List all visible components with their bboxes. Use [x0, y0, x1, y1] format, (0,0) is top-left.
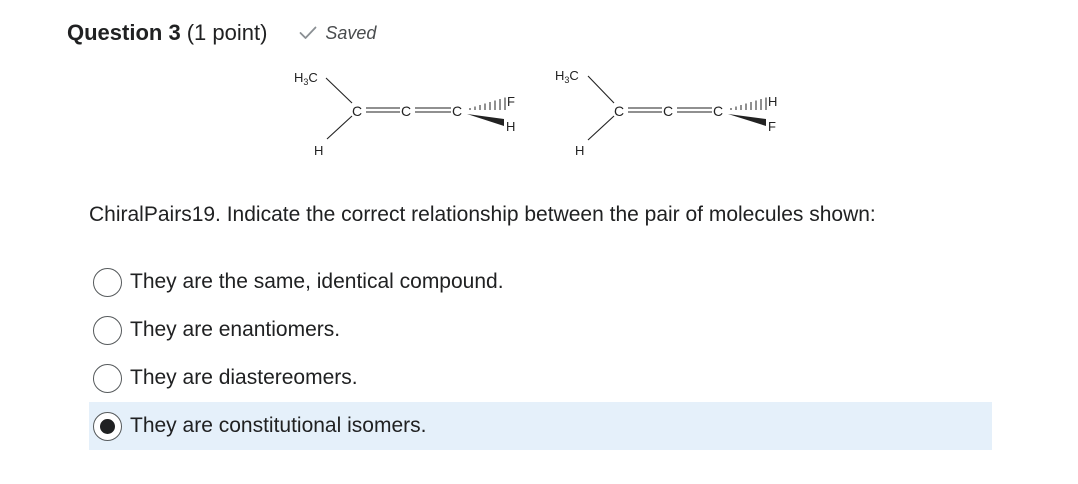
question-points: (1 point) [186, 20, 268, 45]
right-carbon-2: C [663, 103, 673, 119]
left-wedged-substituent: H [506, 119, 515, 134]
molecule-structures: H3C H C C C F H H3C H C C C H F [270, 58, 820, 168]
radio-button[interactable] [93, 315, 122, 345]
option-label: They are the same, identical compound. [130, 270, 504, 293]
radio-button[interactable] [93, 267, 122, 297]
saved-text: Saved [325, 22, 377, 43]
right-carbon-3: C [713, 103, 723, 119]
option-enantiomers[interactable]: They are enantiomers. [89, 306, 992, 354]
option-diastereomers[interactable]: They are diastereomers. [89, 354, 992, 402]
radio-button[interactable] [93, 411, 122, 441]
option-label: They are enantiomers. [130, 318, 341, 341]
right-carbon-1: C [614, 103, 624, 119]
question-prompt: ChiralPairs19. Indicate the correct rela… [89, 203, 876, 226]
question-header: Question 3 (1 point) Saved [67, 18, 376, 48]
left-bottom-group: H [314, 143, 323, 158]
molecule-left: H3C H C C C F H [294, 70, 515, 158]
left-carbon-3: C [452, 103, 462, 119]
right-top-group: H3C [555, 68, 579, 85]
option-label: They are constitutional isomers. [130, 414, 427, 437]
answer-options: They are the same, identical compound. T… [89, 258, 992, 450]
left-carbon-1: C [352, 103, 362, 119]
left-hashed-substituent: F [507, 94, 515, 109]
left-top-group: H3C [294, 70, 318, 87]
molecule-right: H3C H C C C H F [555, 68, 777, 158]
save-status: Saved [299, 23, 376, 44]
question-title: Question 3 [67, 20, 181, 45]
right-bottom-group: H [575, 143, 584, 158]
left-carbon-2: C [401, 103, 411, 119]
right-hashed-substituent: H [768, 94, 777, 109]
option-constitutional-isomers[interactable]: They are constitutional isomers. [89, 402, 992, 450]
option-identical[interactable]: They are the same, identical compound. [89, 258, 992, 306]
checkmark-icon [300, 26, 317, 39]
right-wedged-substituent: F [768, 119, 776, 134]
radio-button[interactable] [93, 363, 122, 393]
option-label: They are diastereomers. [130, 366, 358, 389]
